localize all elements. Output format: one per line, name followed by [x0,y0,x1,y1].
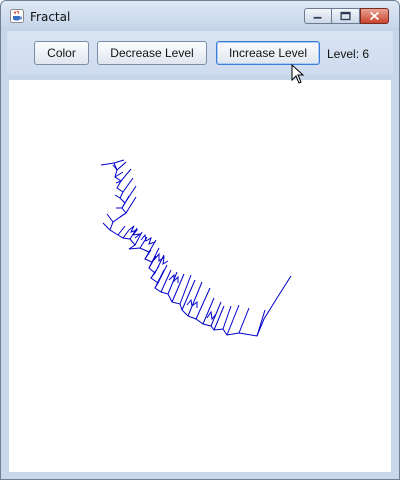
increase-level-button[interactable]: Increase Level [216,41,320,65]
color-button[interactable]: Color [34,41,89,65]
maximize-button[interactable] [332,8,360,24]
level-label: Level: 6 [327,47,370,61]
title-bar[interactable]: Fractal [1,1,399,31]
java-cup-icon [10,9,24,23]
maximize-icon [340,11,351,21]
window-title: Fractal [30,10,71,24]
toolbar: Color Decrease Level Increase Level Leve… [7,31,393,75]
fractal-main-path [100,162,292,337]
app-window: Fractal Color Decrease Level Increase Le… [0,0,400,480]
close-icon [369,11,380,21]
close-button[interactable] [360,8,389,24]
minimize-icon [313,16,322,19]
fractal-drawing [100,159,292,337]
decrease-level-button[interactable]: Decrease Level [97,41,207,65]
minimize-button[interactable] [304,8,332,24]
fractal-canvas[interactable] [9,80,391,472]
